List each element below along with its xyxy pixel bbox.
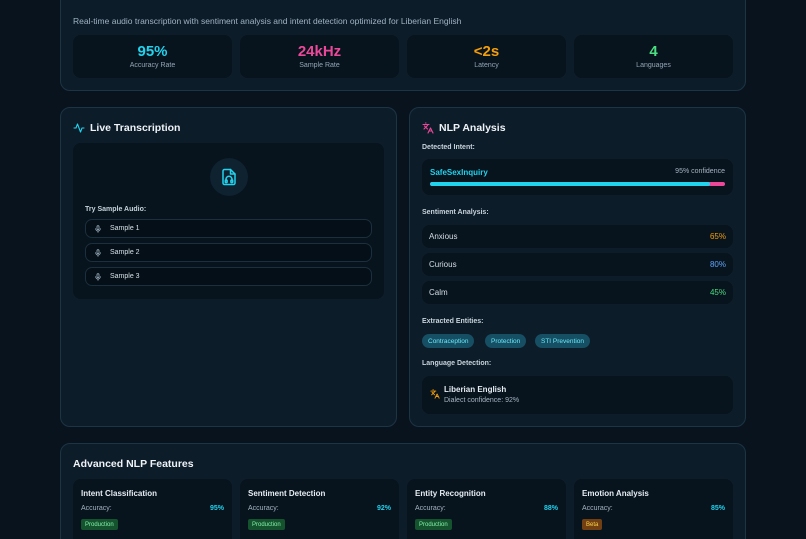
stat-label: Languages [636, 62, 671, 69]
microphone-icon [95, 248, 101, 257]
microphone-icon [95, 224, 101, 233]
language-name: Liberian English [444, 385, 507, 394]
intent-label: Detected Intent: [422, 144, 475, 151]
feature-card-entity: Entity Recognition Accuracy: 88% Product… [407, 479, 566, 539]
sentiment-value: 65% [709, 232, 726, 241]
sentiment-row-curious: Curious 80% [422, 253, 733, 276]
stat-label: Latency [474, 62, 499, 69]
file-audio-icon [222, 168, 236, 186]
panel-title-text: NLP Analysis [439, 122, 506, 134]
feature-card-emotion: Emotion Analysis Accuracy: 85% Beta [574, 479, 733, 539]
languages-icon [430, 389, 440, 399]
feature-title: Sentiment Detection [248, 489, 326, 498]
accuracy-label: Accuracy: [248, 505, 279, 512]
stat-value: 4 [649, 43, 658, 60]
entity-chip: Contraception [422, 334, 475, 348]
accuracy-label: Accuracy: [81, 505, 112, 512]
accuracy-value: 85% [710, 505, 725, 512]
accuracy-label: Accuracy: [582, 505, 613, 512]
sentiment-name: Anxious [429, 232, 458, 241]
stat-languages: 4 Languages [574, 35, 733, 78]
accuracy-value: 88% [543, 505, 558, 512]
record-button[interactable] [210, 158, 248, 196]
intent-card: SafeSexInquiry 95% confidence [422, 159, 733, 195]
stat-value: 95% [137, 43, 168, 60]
status-badge: Production [415, 519, 452, 530]
sample-label: Sample 3 [110, 273, 140, 280]
status-badge: Beta [582, 519, 603, 530]
live-transcription-panel: Live Transcription Try Sample Audio: Sam… [60, 107, 397, 427]
sentiment-row-calm: Calm 45% [422, 281, 733, 304]
stat-latency: <2s Latency [407, 35, 566, 78]
language-card: Liberian English Dialect confidence: 92% [422, 376, 733, 414]
intent-confidence: 95% confidence [675, 168, 725, 175]
stat-value: <2s [473, 43, 500, 60]
stat-label: Accuracy Rate [129, 62, 176, 69]
stat-accuracy: 95% Accuracy Rate [73, 35, 232, 78]
sample-label: Sample 1 [110, 225, 140, 232]
microphone-icon [95, 272, 101, 281]
overview-panel: Real-time audio transcription with senti… [60, 0, 746, 91]
sample-label: Sample 2 [110, 249, 140, 256]
page-subtitle: Real-time audio transcription with senti… [73, 16, 462, 26]
sample-audio-button-3[interactable]: Sample 3 [85, 267, 372, 286]
dialect-confidence: Dialect confidence: 92% [444, 397, 520, 404]
accuracy-value: 92% [376, 505, 391, 512]
languages-icon [422, 122, 434, 134]
feature-card-sentiment: Sentiment Detection Accuracy: 92% Produc… [240, 479, 399, 539]
sentiment-value: 45% [709, 288, 726, 297]
entity-chip: Protection [485, 334, 527, 348]
sentiment-label: Sentiment Analysis: [422, 209, 489, 216]
try-sample-label: Try Sample Audio: [85, 206, 147, 213]
status-badge: Production [81, 519, 118, 530]
stat-sample-rate: 24kHz Sample Rate [240, 35, 399, 78]
stat-value: 24kHz [297, 43, 342, 60]
confidence-bar [430, 182, 725, 186]
panel-title: Live Transcription [73, 122, 180, 134]
feature-title: Entity Recognition [415, 489, 486, 498]
transcription-card: Try Sample Audio: Sample 1 Sample 2 Samp… [73, 143, 384, 299]
sample-audio-button-2[interactable]: Sample 2 [85, 243, 372, 262]
feature-card-intent: Intent Classification Accuracy: 95% Prod… [73, 479, 232, 539]
accuracy-value: 95% [209, 505, 224, 512]
panel-title-text: Live Transcription [90, 122, 181, 134]
intent-name: SafeSexInquiry [430, 168, 488, 177]
nlp-analysis-panel: NLP Analysis Detected Intent: SafeSexInq… [409, 107, 746, 427]
sentiment-row-anxious: Anxious 65% [422, 225, 733, 248]
confidence-bar-fill [430, 182, 711, 186]
status-badge: Production [248, 519, 285, 530]
panel-title: NLP Analysis [422, 122, 506, 134]
panel-title: Advanced NLP Features [73, 458, 194, 470]
sample-audio-button-1[interactable]: Sample 1 [85, 219, 372, 238]
stat-label: Sample Rate [299, 62, 340, 69]
feature-title: Emotion Analysis [582, 489, 649, 498]
feature-title: Intent Classification [81, 489, 158, 498]
advanced-features-panel: Advanced NLP Features Intent Classificat… [60, 443, 746, 539]
sentiment-name: Curious [429, 260, 457, 269]
entities-label: Extracted Entities: [422, 318, 484, 325]
sentiment-name: Calm [429, 288, 448, 297]
sentiment-value: 80% [709, 260, 726, 269]
accuracy-label: Accuracy: [415, 505, 446, 512]
language-detection-label: Language Detection: [422, 360, 492, 367]
activity-icon [73, 123, 85, 133]
entity-chip: STI Prevention [535, 334, 590, 348]
